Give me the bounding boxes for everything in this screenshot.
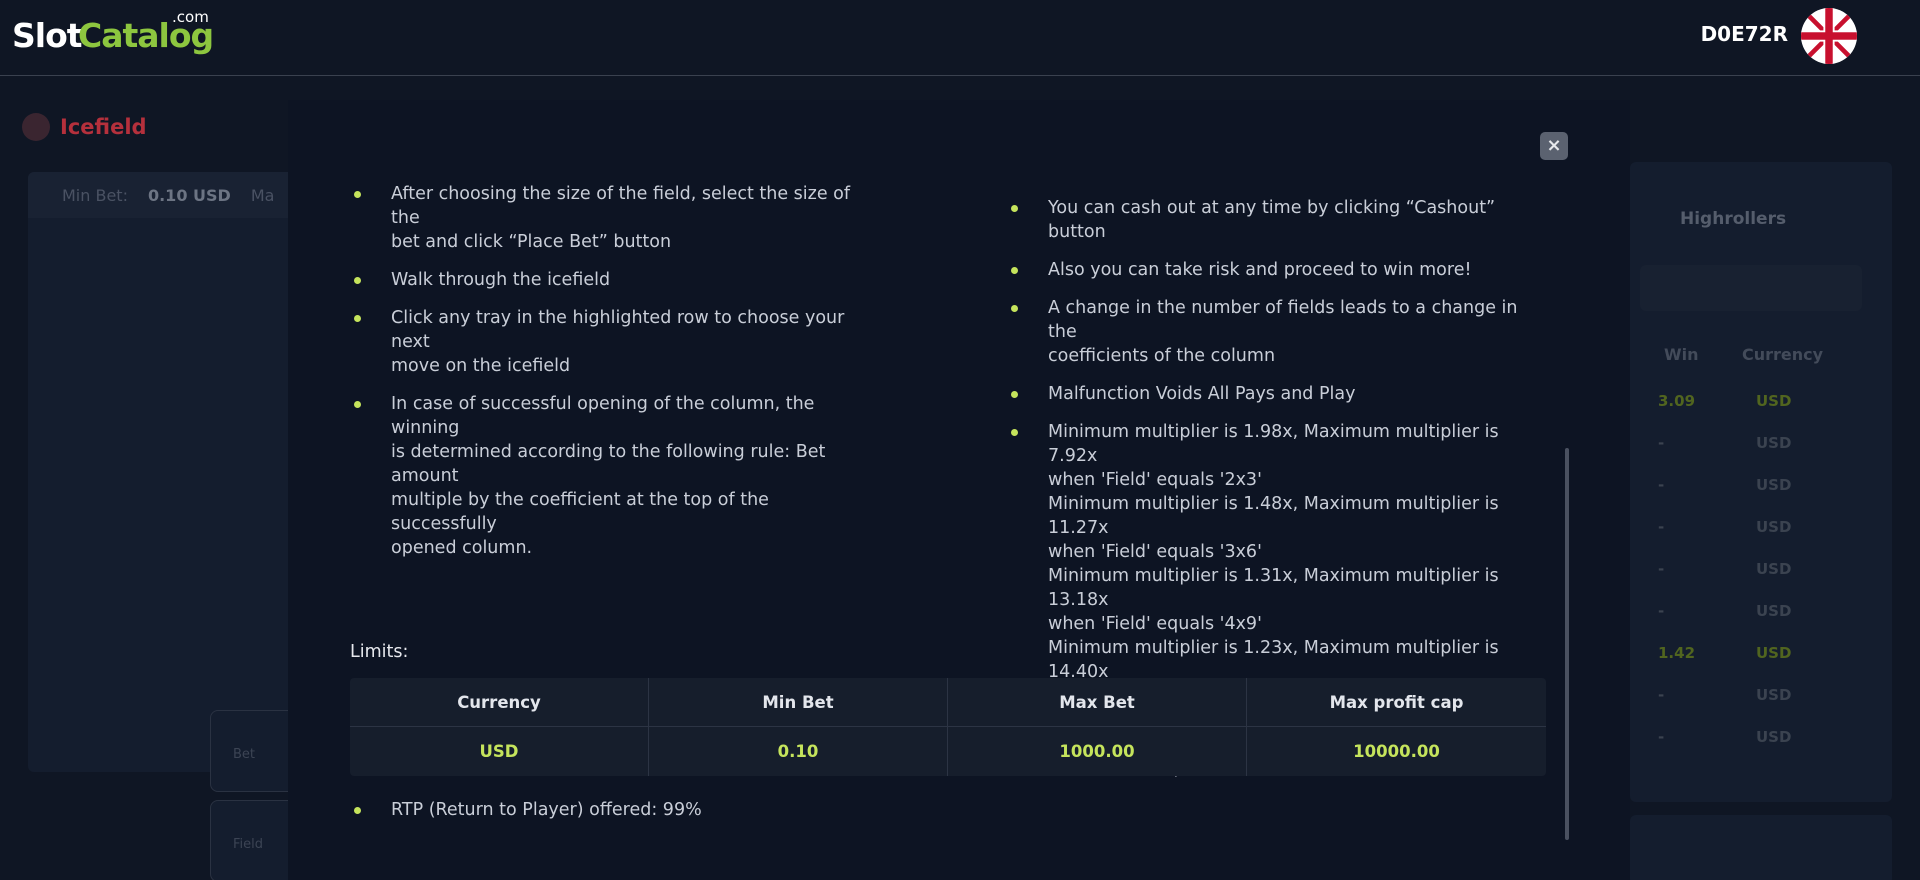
- limits-header-max-profit: Max profit cap: [1247, 678, 1546, 727]
- col-header-win: Win: [1664, 345, 1699, 364]
- row-currency: USD: [1756, 602, 1792, 620]
- row-win: -: [1658, 728, 1665, 746]
- row-win: -: [1658, 476, 1665, 494]
- uk-flag-icon[interactable]: [1801, 8, 1857, 64]
- row-win: -: [1658, 686, 1665, 704]
- right-rule-item: Also you can take risk and proceed to wi…: [1007, 258, 1547, 282]
- left-rule-item: In case of successful opening of the col…: [350, 392, 870, 560]
- left-rule-text: In case of successful opening of the col…: [391, 394, 815, 438]
- right-rule-text: Minimum multiplier is 1.23x, Maximum mul…: [1048, 638, 1499, 682]
- modal-scrollbar[interactable]: [1565, 448, 1569, 840]
- right-rule-text: when 'Field' equals '4x9': [1048, 614, 1262, 634]
- sidebar-bottom-panel: [1630, 815, 1892, 880]
- back-icon[interactable]: [22, 113, 50, 141]
- right-rule-text: Minimum multiplier is 1.98x, Maximum mul…: [1048, 422, 1499, 466]
- left-rule-text: move on the icefield: [391, 356, 571, 376]
- limits-header-max-bet: Max Bet: [948, 678, 1247, 727]
- max-bet-label: Ma: [250, 185, 275, 205]
- right-rule-item: You can cash out at any time by clicking…: [1007, 196, 1547, 244]
- bet-control[interactable]: Bet: [210, 710, 300, 792]
- row-win: -: [1658, 560, 1665, 578]
- right-rule-text: when 'Field' equals '3x6': [1048, 542, 1262, 562]
- tab-highrollers[interactable]: Highrollers: [1680, 209, 1786, 229]
- row-win: -: [1658, 602, 1665, 620]
- right-rule-item: Malfunction Voids All Pays and Play: [1007, 382, 1547, 406]
- row-currency: USD: [1756, 476, 1792, 494]
- sidebar-table-row: - USD: [1640, 552, 1862, 586]
- close-button[interactable]: ×: [1540, 132, 1568, 160]
- row-currency: USD: [1756, 392, 1792, 410]
- field-control[interactable]: Field: [210, 800, 300, 880]
- limits-table: Currency Min Bet Max Bet Max profit cap …: [350, 678, 1546, 776]
- row-win: 1.42: [1658, 644, 1696, 662]
- row-win: -: [1658, 434, 1665, 452]
- limits-header-min-bet: Min Bet: [649, 678, 948, 727]
- row-win: 3.09: [1658, 392, 1696, 410]
- sidebar-table-row: 3.09 USD: [1640, 384, 1862, 418]
- left-rule-text: After choosing the size of the field, se…: [391, 184, 851, 228]
- sidebar-table-row: - USD: [1640, 678, 1862, 712]
- logo-com-text: .com: [172, 8, 209, 26]
- top-bar: Slot Catalog .com D0E72R: [0, 0, 1920, 76]
- row-currency: USD: [1756, 644, 1792, 662]
- limits-max-profit-value: 10000.00: [1353, 742, 1440, 761]
- user-id: D0E72R: [1700, 22, 1788, 46]
- sidebar-table-row: - USD: [1640, 468, 1862, 502]
- rtp-item: RTP (Return to Player) offered: 99%: [350, 798, 950, 822]
- min-bet-value: 0.10 USD: [147, 185, 231, 205]
- logo-slot-text: Slot: [12, 16, 83, 55]
- sidebar-table-row: - USD: [1640, 426, 1862, 460]
- right-rule-text: Malfunction Voids All Pays and Play: [1048, 384, 1356, 404]
- limits-min-bet-value: 0.10: [649, 727, 948, 776]
- rules-left-column: After choosing the size of the field, se…: [350, 182, 870, 574]
- right-rule-item: A change in the number of fields leads t…: [1007, 296, 1547, 368]
- row-currency: USD: [1756, 434, 1792, 452]
- limits-max-bet-value: 1000.00: [948, 727, 1247, 776]
- row-currency: USD: [1756, 686, 1792, 704]
- game-title-bar: Icefield: [22, 113, 147, 141]
- limits-title: Limits:: [350, 642, 409, 662]
- field-control-label: Field: [233, 837, 264, 852]
- right-rule-text: Also you can take risk and proceed to wi…: [1048, 260, 1472, 280]
- right-rule-text: You can cash out at any time by clicking…: [1048, 198, 1496, 242]
- limits-currency-value: USD: [350, 727, 649, 776]
- right-rule-text: coefficients of the column: [1048, 346, 1276, 366]
- right-rule-text: A change in the number of fields leads t…: [1048, 298, 1518, 342]
- rtp-text: RTP (Return to Player) offered: 99%: [391, 800, 702, 820]
- col-header-currency: Currency: [1742, 345, 1824, 364]
- row-currency: USD: [1756, 560, 1792, 578]
- left-rule-text: Walk through the icefield: [391, 270, 611, 290]
- left-rule-text: bet and click “Place Bet” button: [391, 232, 672, 252]
- rules-modal: × After choosing the size of the field, …: [288, 100, 1630, 880]
- limits-header-currency: Currency: [350, 678, 649, 727]
- site-logo[interactable]: Slot Catalog .com: [12, 8, 214, 60]
- sidebar-table-row: 1.42 USD: [1640, 636, 1862, 670]
- sidebar-table-row: - USD: [1640, 510, 1862, 544]
- left-rule-text: opened column.: [391, 538, 533, 558]
- game-title: Icefield: [60, 115, 147, 139]
- sidebar-table-row: - USD: [1640, 594, 1862, 628]
- row-currency: USD: [1756, 518, 1792, 536]
- left-rule-item: Walk through the icefield: [350, 268, 870, 292]
- left-rule-text: multiple by the coefficient at the top o…: [391, 490, 769, 534]
- sidebar-filter[interactable]: [1640, 265, 1862, 311]
- sidebar-table-row: - USD: [1640, 720, 1862, 754]
- right-rule-text: Minimum multiplier is 1.48x, Maximum mul…: [1048, 494, 1499, 538]
- row-win: -: [1658, 518, 1665, 536]
- left-rule-text: is determined according to the following…: [391, 442, 826, 486]
- right-rule-text: when 'Field' equals '2x3': [1048, 470, 1262, 490]
- rtp-list: RTP (Return to Player) offered: 99%: [350, 798, 950, 836]
- left-rule-text: Click any tray in the highlighted row to…: [391, 308, 845, 352]
- right-rule-text: Minimum multiplier is 1.31x, Maximum mul…: [1048, 566, 1499, 610]
- left-rule-item: Click any tray in the highlighted row to…: [350, 306, 870, 378]
- min-bet-label: Min Bet:: [62, 185, 128, 205]
- bet-control-label: Bet: [233, 747, 256, 762]
- row-currency: USD: [1756, 728, 1792, 746]
- left-rule-item: After choosing the size of the field, se…: [350, 182, 870, 254]
